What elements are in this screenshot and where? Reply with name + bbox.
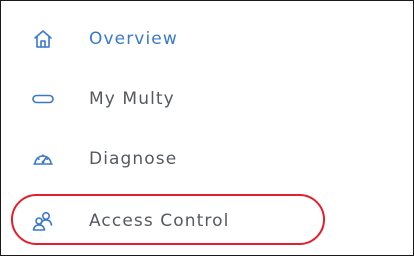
users-icon [32, 210, 54, 232]
sidebar-item-overview[interactable]: Overview [1, 9, 413, 69]
sidebar-item-diagnose[interactable]: Diagnose [1, 129, 413, 189]
sidebar-item-label: Overview [89, 29, 178, 49]
device-icon [32, 88, 54, 110]
speedometer-icon [32, 148, 54, 170]
sidebar-item-my-multy[interactable]: My Multy [1, 69, 413, 129]
sidebar-item-label: Diagnose [89, 149, 178, 169]
sidebar-item-label: My Multy [89, 89, 175, 109]
sidebar-item-access-control[interactable]: Access Control [1, 191, 413, 251]
home-icon [32, 28, 54, 50]
sidebar-menu: Overview My Multy Diagnose Access Contro… [0, 0, 414, 256]
sidebar-item-label: Access Control [89, 211, 230, 231]
